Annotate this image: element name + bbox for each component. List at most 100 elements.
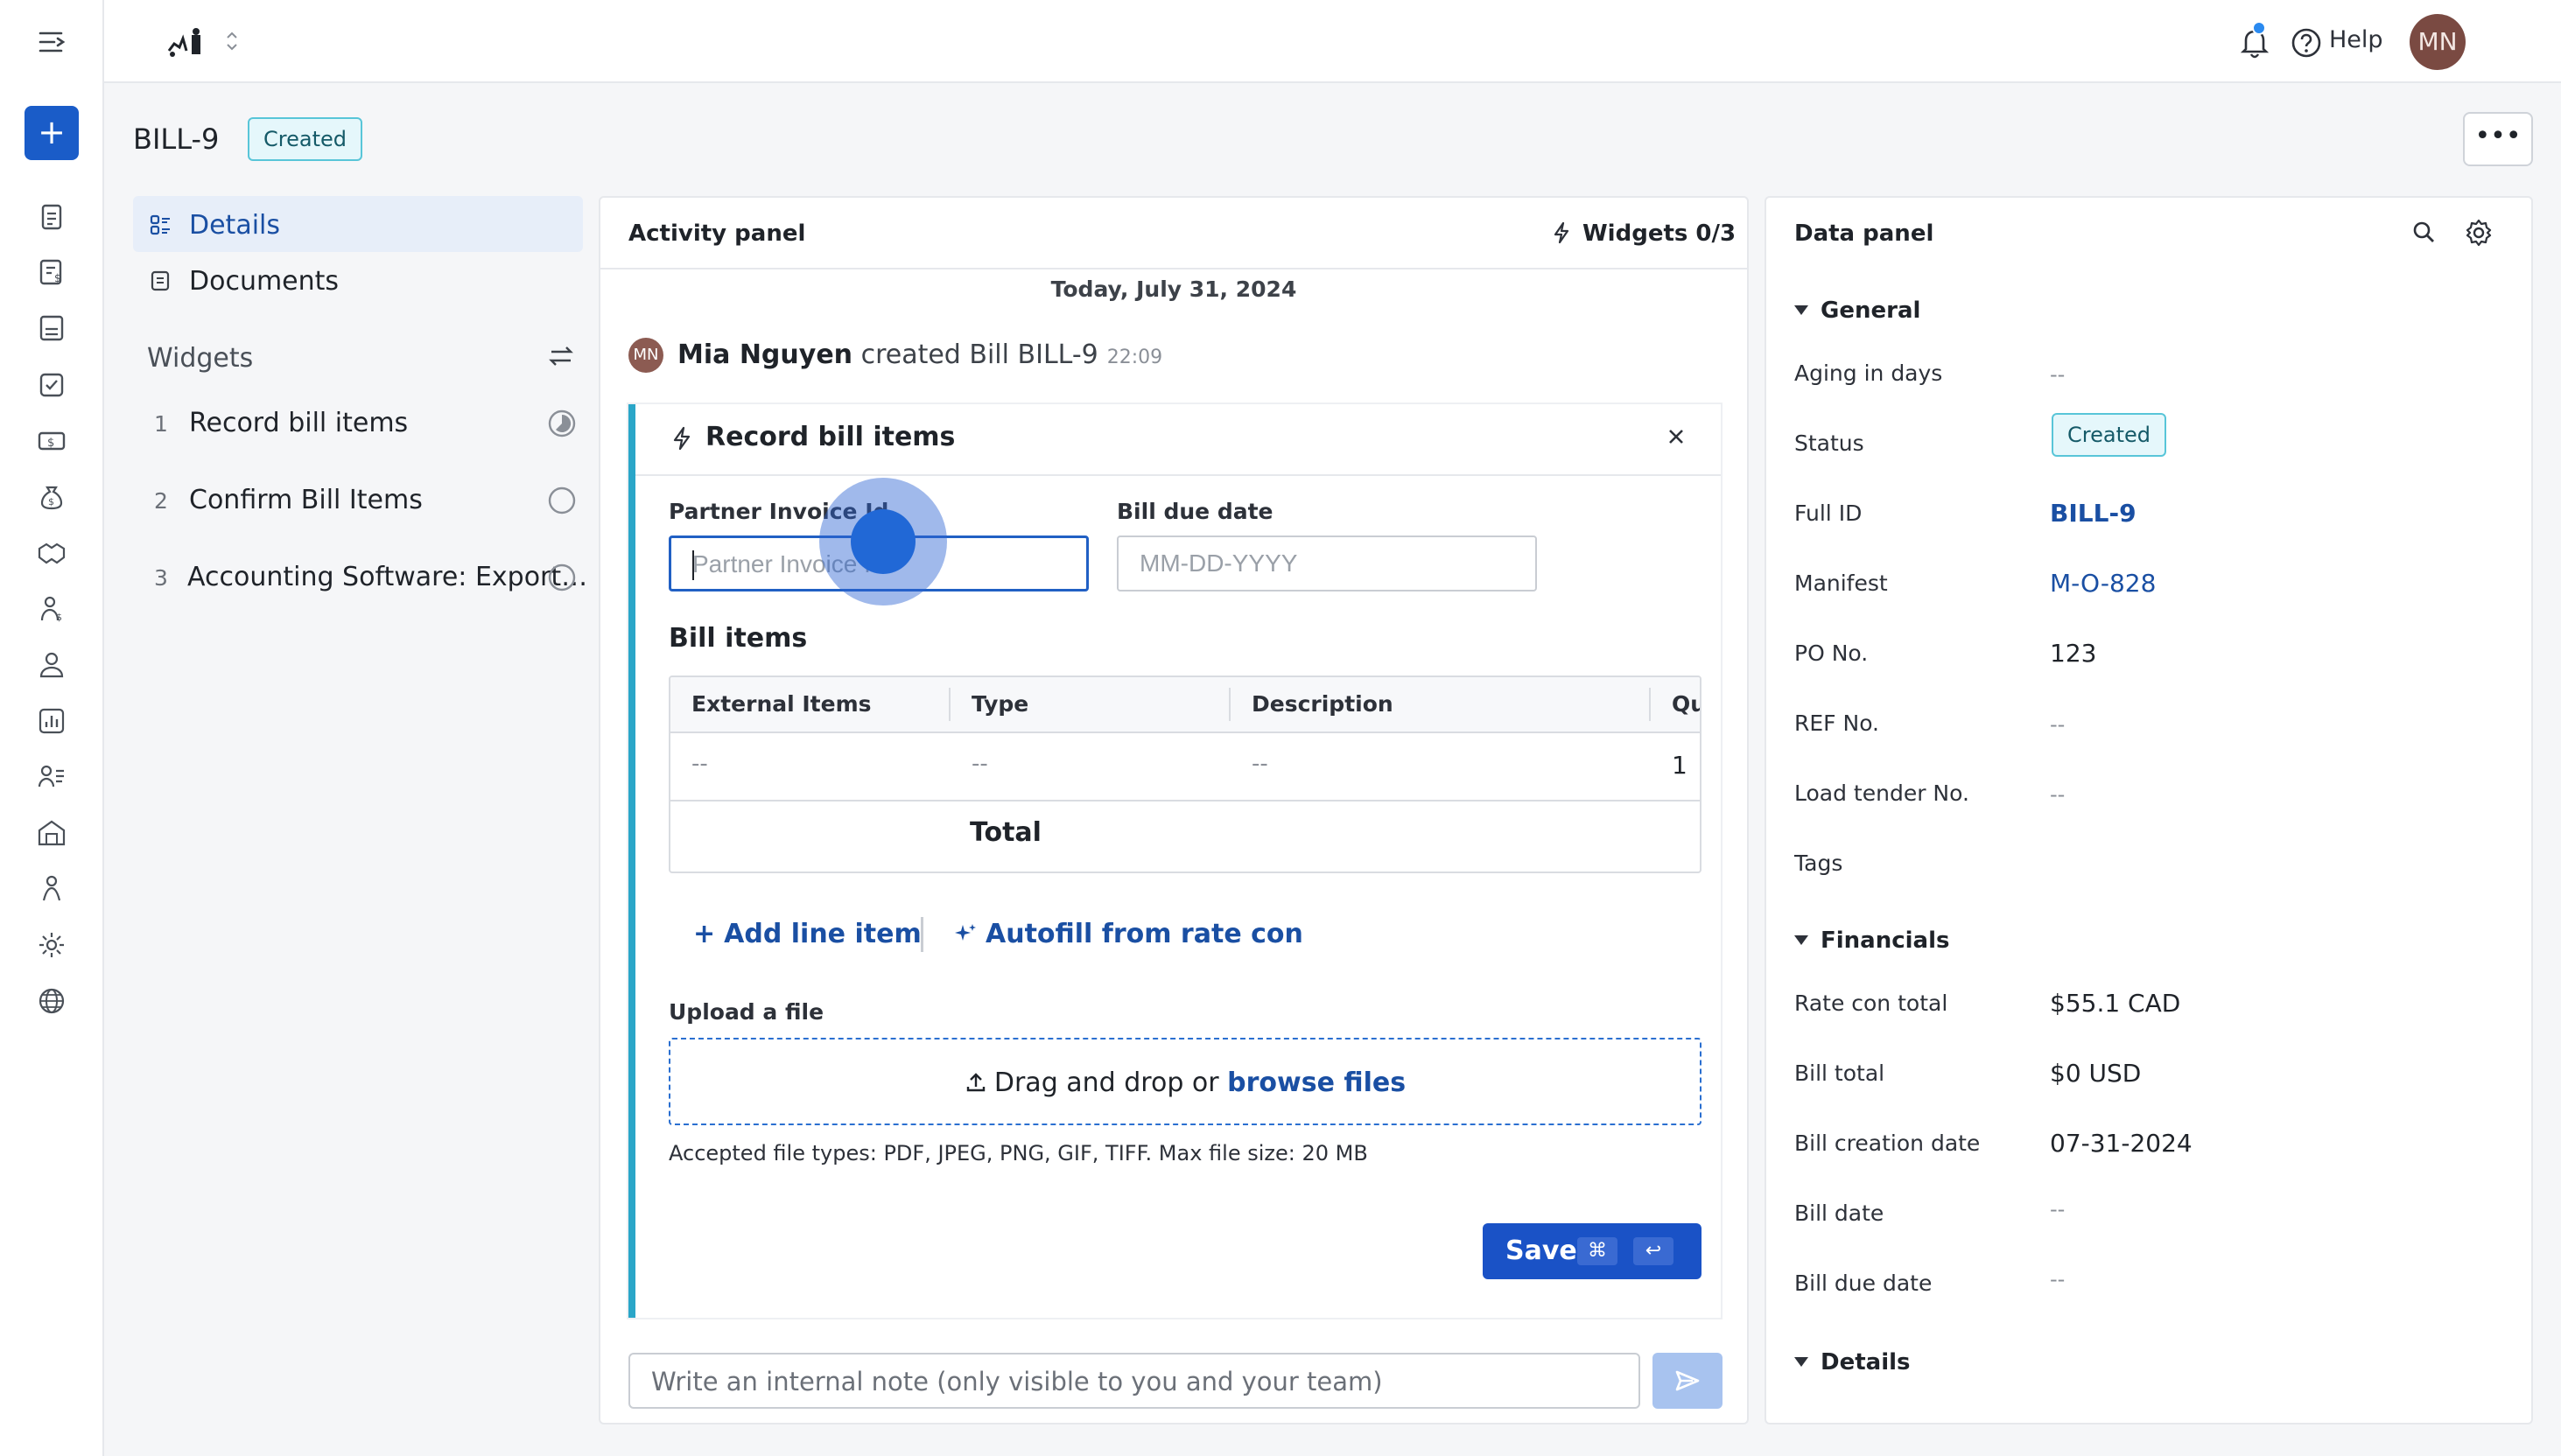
field-label: Status — [1794, 430, 1864, 456]
field-value: $0 USD — [2050, 1059, 2142, 1088]
tasks-icon[interactable] — [35, 368, 68, 402]
status-badge: Created — [248, 117, 362, 161]
enter-key-icon: ↩ — [1633, 1237, 1673, 1265]
bills-icon[interactable] — [35, 312, 68, 345]
details-section-toggle[interactable]: Details — [1794, 1349, 1911, 1376]
bill-due-date-input[interactable]: MM-DD-YYYY — [1117, 536, 1537, 592]
tab-documents[interactable]: Documents — [133, 252, 583, 308]
more-actions-button[interactable]: ••• — [2463, 112, 2533, 166]
column-header[interactable]: Type — [951, 677, 1049, 732]
status-badge: Created — [2052, 413, 2166, 457]
table-cell[interactable]: 1 — [1672, 751, 1687, 780]
settings-icon[interactable] — [35, 928, 68, 962]
record-bill-items-widget: Record bill items Partner Invoice Id Par… — [628, 404, 1721, 1318]
field-label: Full ID — [1794, 500, 1863, 526]
full-id-link[interactable]: BILL-9 — [2050, 499, 2137, 528]
bolt-icon — [673, 426, 691, 451]
event-user: Mia Nguyen — [677, 340, 853, 370]
menu-collapse-icon[interactable] — [37, 26, 68, 58]
table-cell[interactable]: -- — [1252, 751, 1268, 777]
warehouse-icon[interactable] — [35, 816, 68, 850]
plus-icon: + — [693, 919, 716, 949]
divider — [600, 268, 1747, 270]
bill-items-table: External Items Type Description Qu -- --… — [669, 676, 1701, 873]
help-link[interactable]: Help — [2329, 26, 2383, 53]
swap-arrows-icon[interactable] — [548, 343, 574, 369]
field-label: Manifest — [1794, 570, 1888, 596]
widgets-count[interactable]: Widgets 0/3 — [1582, 220, 1736, 247]
gear-icon[interactable] — [2463, 217, 2494, 248]
driver-icon[interactable] — [35, 872, 68, 906]
activity-panel-title: Activity panel — [628, 220, 806, 247]
widget-item-confirm-bill-items[interactable]: 2 Confirm Bill Items — [147, 480, 585, 523]
file-dropzone[interactable]: Drag and drop or browse files — [669, 1038, 1701, 1125]
general-heading: General — [1821, 298, 1921, 324]
page-title: BILL-9 — [133, 122, 220, 156]
column-header[interactable]: External Items — [670, 677, 893, 732]
send-note-button[interactable] — [1652, 1353, 1723, 1409]
click-indicator — [851, 509, 916, 574]
svg-text:$: $ — [47, 437, 54, 450]
note-placeholder: Write an internal note (only visible to … — [651, 1367, 1383, 1396]
close-icon[interactable] — [1663, 424, 1689, 450]
widgets-heading: Widgets — [147, 343, 254, 374]
money-bag-icon[interactable]: $ — [35, 480, 68, 514]
workspace-switch-icon[interactable] — [223, 28, 241, 54]
carrier-icon[interactable]: $ — [35, 592, 68, 626]
manifest-link[interactable]: M-O-828 — [2050, 569, 2156, 598]
field-value: 123 — [2050, 639, 2097, 668]
field-label: Tags — [1794, 850, 1843, 876]
autofill-button[interactable]: Autofill from rate con — [954, 919, 1303, 949]
table-cell[interactable]: -- — [691, 751, 708, 777]
widget-item-accounting-export[interactable]: 3 Accounting Software: Export… — [147, 556, 587, 600]
event-action: created Bill BILL-9 — [860, 340, 1098, 370]
pending-status-icon — [548, 486, 576, 514]
activity-event: Mia Nguyen created Bill BILL-9 22:09 — [677, 340, 1162, 370]
partner-invoice-label: Partner Invoice Id — [669, 499, 889, 524]
company-logo-icon[interactable] — [164, 24, 213, 60]
field-label: Load tender No. — [1794, 780, 1969, 806]
help-icon[interactable] — [2290, 26, 2323, 60]
globe-icon[interactable] — [35, 984, 68, 1018]
payments-icon[interactable]: $ — [35, 424, 68, 458]
field-value: -- — [2050, 1267, 2066, 1292]
widget-label: Record bill items — [189, 408, 409, 438]
column-header[interactable]: Description — [1231, 677, 1414, 732]
field-value: 07-31-2024 — [2050, 1129, 2193, 1158]
svg-text:$: $ — [56, 612, 62, 623]
field-value: $55.1 CAD — [2050, 989, 2181, 1018]
column-header[interactable]: Qu — [1651, 677, 1700, 732]
sparkle-icon — [955, 924, 976, 941]
browse-files-link[interactable]: browse files — [1227, 1068, 1406, 1098]
search-icon[interactable] — [2410, 219, 2438, 247]
bill-items-heading: Bill items — [669, 623, 808, 654]
table-cell[interactable]: -- — [972, 751, 988, 777]
general-section-toggle[interactable]: General — [1794, 298, 1920, 324]
create-new-button[interactable]: + — [25, 106, 79, 160]
row-divider — [670, 800, 1700, 802]
widget-item-record-bill-items[interactable]: 1 Record bill items — [147, 402, 585, 446]
add-line-item-button[interactable]: + Add line item — [693, 919, 922, 949]
tab-documents-label: Documents — [189, 266, 340, 297]
deals-icon[interactable] — [35, 536, 68, 570]
contacts-icon[interactable] — [35, 760, 68, 794]
user-avatar[interactable]: MN — [2410, 14, 2466, 70]
field-value: -- — [2050, 782, 2066, 807]
avatar: MN — [628, 338, 663, 373]
field-label: Bill total — [1794, 1060, 1885, 1086]
financials-section-toggle[interactable]: Financials — [1794, 928, 1950, 954]
tab-details[interactable]: Details — [133, 196, 583, 252]
bill-due-date-label: Bill due date — [1117, 499, 1273, 524]
internal-note-input[interactable]: Write an internal note (only visible to … — [628, 1353, 1640, 1409]
dropzone-text: Drag and drop or browse files — [670, 1068, 1700, 1098]
send-icon — [1675, 1370, 1700, 1391]
tab-details-label: Details — [189, 210, 281, 241]
widget-label: Confirm Bill Items — [189, 485, 423, 515]
orders-icon[interactable] — [35, 200, 68, 234]
reports-icon[interactable] — [35, 704, 68, 738]
left-rail: + $ $ $ $ — [0, 0, 104, 1456]
details-icon — [150, 214, 170, 235]
save-button[interactable]: Save ⌘ ↩ — [1483, 1223, 1701, 1279]
invoices-icon[interactable]: $ — [35, 256, 68, 289]
customers-icon[interactable] — [35, 648, 68, 682]
